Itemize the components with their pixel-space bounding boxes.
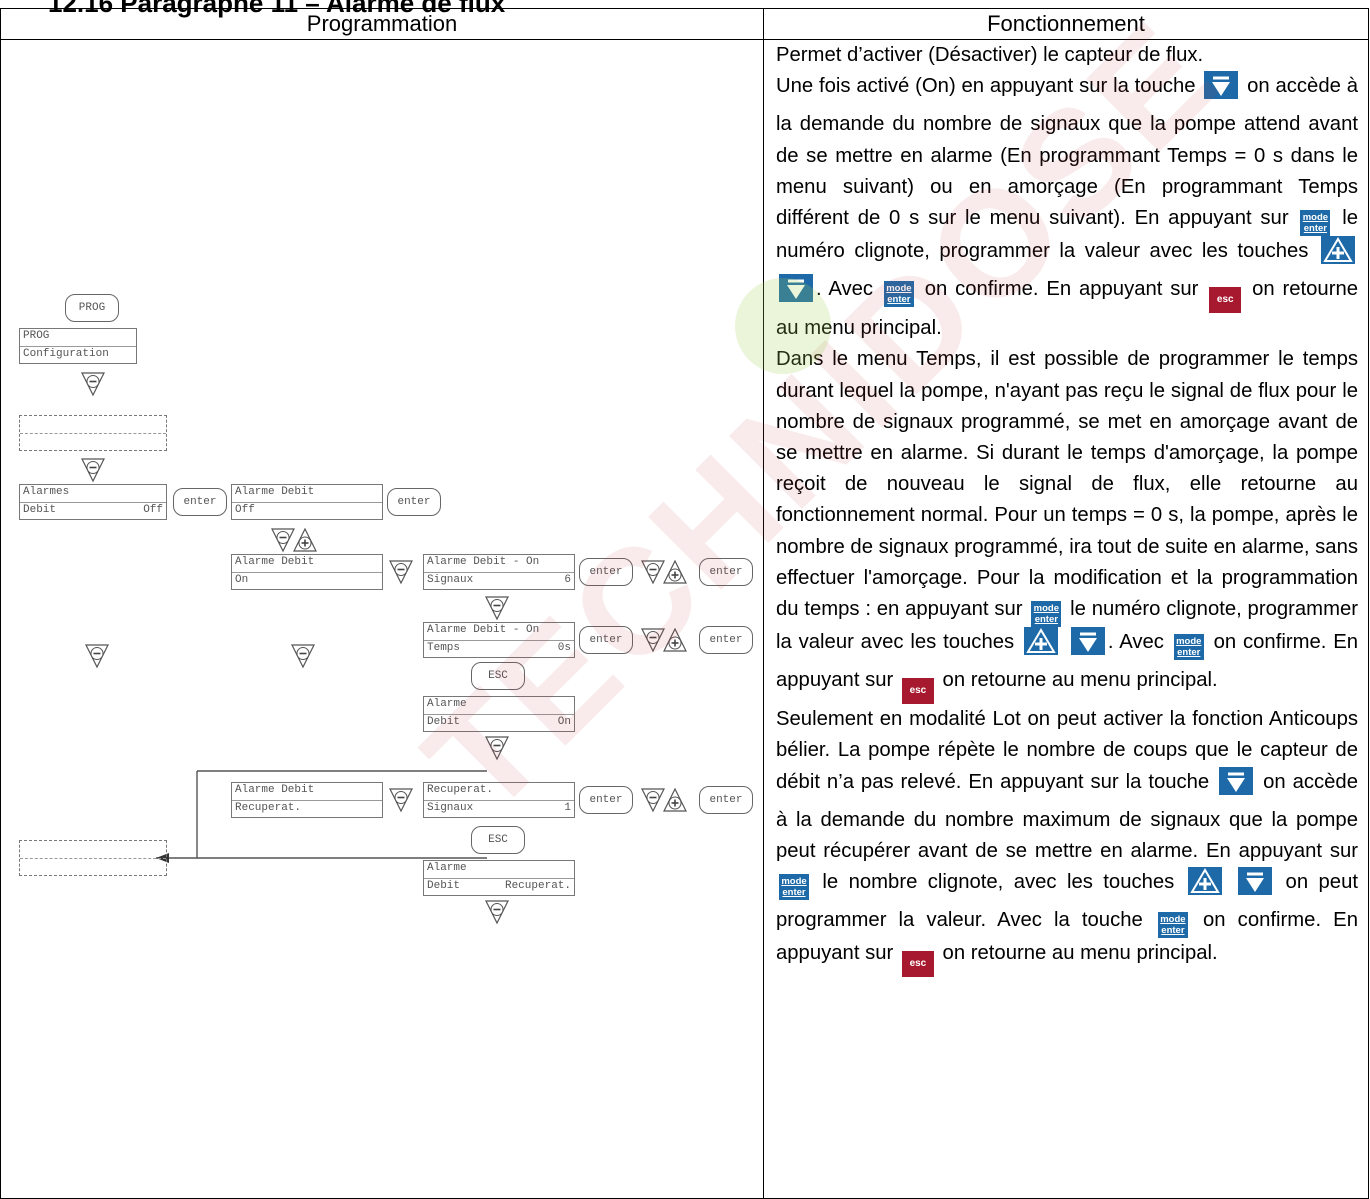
lcd-placeholder: [19, 415, 167, 451]
down-key-icon: [81, 372, 105, 403]
lcd-line2-label: Debit: [23, 504, 57, 516]
plus-key-icon: [1321, 236, 1355, 274]
lcd-line2-label: Signaux: [427, 574, 474, 586]
esc-key-icon: esc: [1209, 287, 1242, 314]
paragraph-activation: Permet d’activer (Désactiver) le capteur…: [776, 44, 1204, 66]
lcd-line2: On: [232, 572, 382, 589]
lcd-line2-value: Off: [143, 504, 163, 516]
enter-button[interactable]: enter: [699, 626, 753, 654]
down-key-icon: [1070, 627, 1105, 665]
lcd-line2-label: Debit: [427, 716, 461, 728]
lcd-line1: Alarme Debit - On: [427, 556, 540, 568]
esc-key-icon: esc: [901, 678, 934, 705]
enter-button[interactable]: enter: [387, 488, 441, 516]
mode-enter-key-icon: mode enter: [779, 874, 809, 901]
down-key-icon: [485, 736, 509, 767]
lcd-line1: Alarmes: [23, 486, 70, 498]
down-key-icon: [389, 560, 413, 591]
down-key-icon: [485, 900, 509, 931]
down-key-icon: [85, 644, 109, 675]
text-segment: on retourne au menu principal.: [942, 942, 1218, 965]
plus-key-icon: [1187, 867, 1222, 905]
enter-button[interactable]: enter: [699, 786, 753, 814]
text-segment: le nombre clignote, avec les touches: [822, 871, 1175, 894]
column-header-operation: Fonctionnement: [763, 8, 1369, 40]
enter-button[interactable]: enter: [173, 488, 227, 516]
text-segment: on confirme. En appuyant sur: [924, 278, 1199, 301]
down-key-icon: [1219, 766, 1254, 805]
down-key-icon: [1204, 71, 1239, 109]
lcd-line1: Alarme Debit: [235, 784, 315, 796]
lcd-alarme-debit-off: Alarme Debit Off: [231, 484, 383, 520]
down-key-icon: [779, 274, 813, 312]
lcd-line1: PROG: [23, 330, 50, 342]
down-key-icon: [641, 560, 665, 591]
lcd-line1: Recuperat.: [427, 784, 494, 796]
diagram-cell: PROG PROG Configuration Alarmes Debit Off…: [0, 39, 764, 1199]
esc-button[interactable]: ESC: [471, 662, 525, 690]
lcd-menu-alarmes: Alarmes Debit Off: [19, 484, 167, 520]
down-key-icon: [1238, 867, 1273, 905]
mode-enter-key-icon: mode enter: [1300, 210, 1331, 237]
column-header-programming: Programmation: [0, 8, 764, 40]
lcd-recuperat-signaux: Recuperat. Signaux 1: [423, 782, 575, 818]
lcd-line2-value: 1: [564, 802, 571, 814]
lcd-line2-value: Recuperat.: [504, 880, 571, 892]
lcd-line2-value: 0s: [557, 642, 571, 654]
lcd-line1: Alarme: [427, 698, 467, 710]
esc-button[interactable]: ESC: [471, 826, 525, 854]
down-key-icon: [641, 628, 665, 659]
down-key-icon: [641, 788, 665, 819]
lcd-menu-configuration: PROG Configuration: [19, 328, 137, 364]
text-segment: on retourne au menu principal.: [942, 669, 1218, 692]
programming-table: Programmation Fonctionnement PROG PROG C…: [0, 8, 1369, 1199]
down-key-icon: [291, 644, 315, 675]
lcd-alarme-debit-recuperat: Alarme Debit Recuperat.: [231, 782, 383, 818]
enter-button[interactable]: enter: [699, 558, 753, 586]
lcd-line2-value: 6: [564, 574, 571, 586]
up-key-icon: [663, 559, 687, 591]
lcd-alarme-debit-on-result: Alarme Debit On: [423, 696, 575, 732]
text-segment: . Avec: [1107, 631, 1164, 654]
lcd-line2: Configuration: [20, 346, 136, 363]
esc-key-icon: esc: [901, 951, 934, 978]
lcd-line2-label: Temps: [427, 642, 461, 654]
down-key-icon: [389, 788, 413, 819]
text-segment: on accède à la demande du nombre de sign…: [776, 75, 1358, 230]
text-segment: . Avec: [816, 278, 874, 301]
mode-enter-key-icon: mode enter: [1031, 601, 1062, 628]
mode-enter-key-icon: mode enter: [883, 281, 914, 308]
lcd-line1: Alarme Debit: [235, 486, 315, 498]
lcd-temps: Alarme Debit - On Temps 0s: [423, 622, 575, 658]
lcd-line2: Off: [232, 502, 382, 519]
lcd-line2-label: Signaux: [427, 802, 474, 814]
up-key-icon: [663, 627, 687, 659]
lcd-line2-value: On: [557, 716, 571, 728]
plus-key-icon: [1024, 627, 1058, 665]
lcd-line2: Recuperat.: [232, 800, 382, 817]
lcd-line1: Alarme Debit: [235, 556, 315, 568]
lcd-line1: Alarme Debit - On: [427, 624, 540, 636]
enter-button[interactable]: enter: [579, 558, 633, 586]
lcd-placeholder: [19, 840, 167, 876]
lcd-signaux: Alarme Debit - On Signaux 6: [423, 554, 575, 590]
text-segment: Une fois activé (On) en appuyant sur la …: [776, 75, 1196, 98]
lcd-alarme-debit-on: Alarme Debit On: [231, 554, 383, 590]
flow-connector-lines: [156, 770, 487, 863]
text-segment: Dans le menu Temps, il est possible de p…: [776, 348, 1358, 621]
enter-button[interactable]: enter: [579, 786, 633, 814]
enter-button[interactable]: enter: [579, 626, 633, 654]
lcd-alarme-recuperat-result: Alarme Debit Recuperat.: [423, 860, 575, 896]
mode-enter-key-icon: mode enter: [1173, 634, 1204, 661]
description-cell: Permet d’activer (Désactiver) le capteur…: [763, 39, 1369, 1199]
up-key-icon: [663, 787, 687, 819]
description-text: Permet d’activer (Désactiver) le capteur…: [764, 40, 1368, 978]
lcd-line2-label: Debit: [427, 880, 461, 892]
prog-button[interactable]: PROG: [65, 294, 119, 322]
lcd-line1: Alarme: [427, 862, 467, 874]
mode-enter-key-icon: mode enter: [1157, 912, 1188, 939]
